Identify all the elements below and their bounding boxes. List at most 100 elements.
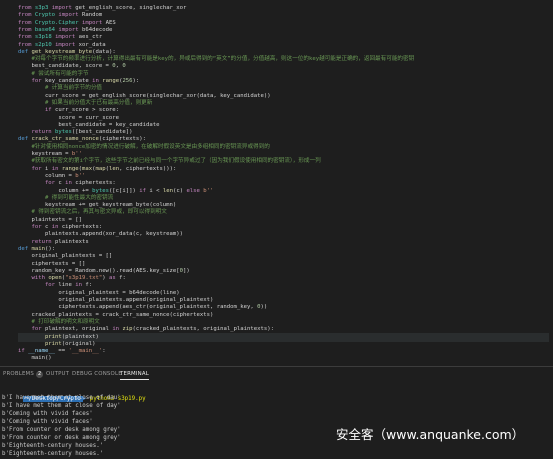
code-token: (ciphertexts):: [98, 136, 146, 143]
code-token: ):: [132, 78, 140, 84]
code-token: from: [18, 19, 35, 26]
code-token: line: [58, 282, 76, 289]
code-token: s3p18: [34, 34, 56, 41]
code-token: :: [102, 348, 106, 355]
code-token: original_plaintexts = []: [18, 253, 113, 260]
code-token: , ciphertexts))):: [119, 165, 177, 172]
code-token: from: [18, 34, 35, 41]
code-token: ==: [58, 348, 69, 355]
tab-problems[interactable]: PROBLEMS 2: [3, 369, 44, 379]
code-token: len: [109, 165, 120, 172]
code-token: get_keystream_byte: [31, 48, 93, 55]
code-token: from: [18, 12, 35, 19]
watermark-text: 安全客（www.anquanke.com）: [336, 427, 525, 442]
code-token: in: [51, 165, 62, 172]
code-token: if: [139, 187, 150, 194]
code-token: b'': [75, 172, 86, 179]
code-token: i <: [149, 187, 163, 194]
code-token: random_key = Random.new().read(AES.key_s…: [18, 267, 180, 274]
code-token: xor_data: [78, 41, 106, 48]
code-token: zip: [122, 326, 133, 333]
code-token: def: [18, 245, 32, 252]
code-token: b'': [71, 151, 82, 157]
code-token: #获取所有密文的第i个字节，这些字节之前已经与同一个字节异或过了（因为我们假设使…: [18, 158, 321, 165]
code-token: original_plaintext = b64decode(line): [18, 289, 180, 296]
code-token: in: [112, 326, 123, 333]
code-token: print: [18, 333, 62, 340]
tab-terminal-label: TERMINAL: [120, 371, 150, 377]
code-token: AES: [105, 19, 116, 26]
code-token: (data):: [92, 48, 116, 55]
code-token: ():: [44, 245, 56, 252]
code-token: curr_score > score:: [55, 107, 120, 114]
code-token: else: [186, 187, 204, 194]
code-token: # 得到密钥流之后，再其与密文异或，即可以得到明文: [18, 209, 167, 216]
code-token: bytes: [92, 187, 109, 194]
code-token: bytes: [55, 129, 72, 136]
code-token: plaintext, original: [44, 326, 113, 333]
code-token: ([c[i]]): [108, 187, 140, 194]
tab-terminal[interactable]: TERMINAL: [120, 369, 150, 380]
code-token: original_plaintexts.append(original_plai…: [18, 297, 214, 303]
code-token: return: [18, 238, 56, 245]
code-token: (plaintext): [61, 333, 99, 340]
code-token: # 打印破解的明文和原明文: [18, 318, 100, 325]
code-token: cracked_plaintexts = crack_ctr_same_nonc…: [18, 311, 214, 318]
code-token: main: [31, 245, 45, 252]
code-token: s2p10: [34, 41, 56, 48]
code-token: best_candidate, score =: [18, 63, 113, 70]
code-token: i: [44, 165, 52, 172]
code-token: main(): [18, 355, 52, 362]
code-token: for: [18, 78, 45, 84]
code-token: plaintexts.append(xor_data(c, keystream)…: [18, 231, 184, 238]
code-editor[interactable]: from s3p3 import get_english_score, sing…: [0, 0, 553, 366]
code-token: Crypto.Cipher: [34, 19, 82, 26]
editor-gutter: [0, 0, 14, 366]
code-token: (original): [61, 340, 96, 347]
code-token: curr_score = get_english_score(singlecha…: [18, 92, 271, 99]
code-token: # 如果当前分值大于已有最高分值，则更新: [18, 99, 153, 106]
tab-output-label: OUTPUT: [46, 371, 70, 377]
code-token: crack_ctr_same_nonce: [31, 136, 99, 143]
code-token: plaintexts = []: [18, 216, 82, 223]
code-token: ]): [183, 267, 190, 274]
code-token: in: [65, 180, 76, 187]
code-token: Random: [82, 12, 103, 19]
code-token: Crypto: [34, 12, 59, 19]
code-token: score = curr_score: [18, 114, 120, 121]
code-token: import: [55, 34, 79, 41]
code-token: import: [51, 5, 76, 11]
code-token: # 尝试所有可能的字节: [18, 70, 89, 77]
code-token: for: [18, 224, 45, 230]
code-token: keystream += get_keystream_byte(column): [18, 202, 177, 209]
code-token: open: [48, 275, 62, 282]
code-token: "s3p19.txt": [65, 275, 103, 282]
code-token: as: [108, 275, 120, 282]
code-token: from: [18, 5, 35, 11]
code-token: key_candidate: [44, 78, 93, 84]
code-token: for: [18, 180, 59, 187]
code-token: len: [162, 187, 173, 194]
code-token: column +=: [18, 187, 93, 194]
code-token: aes_ctr: [78, 34, 103, 41]
tab-debug-console-label: DEBUG CONSOLE: [72, 371, 122, 377]
terminal[interactable]: ~/Desktop/Crypto ▶ python3 s3p19.py b'I h…: [0, 384, 553, 457]
problems-count-badge: 2: [36, 371, 44, 378]
code-token: 0: [122, 63, 126, 70]
code-token: in: [51, 224, 62, 230]
code-token: b'': [203, 187, 214, 194]
code-token: c: [44, 224, 52, 230]
code-token: # 计算当前字节的分值: [18, 85, 103, 92]
code-token: range: [61, 165, 79, 172]
tab-debug-console[interactable]: DEBUG CONSOLE: [72, 369, 122, 379]
code-token: #针对使用相同nonce加密的情况进行破解，在破解时假设英文是由多组相同的密钥流…: [18, 143, 270, 150]
code-token: ciphertexts:: [75, 180, 116, 187]
tab-output[interactable]: OUTPUT: [46, 369, 69, 379]
code-token: (cracked_plaintexts, original_plaintexts…: [132, 326, 274, 333]
code-token: range: [102, 78, 120, 84]
code-token: 256: [122, 78, 133, 84]
code-token: '__main__': [68, 348, 103, 355]
code-token: ([best_candidate]): [71, 129, 133, 136]
code-token: base64: [34, 26, 59, 33]
code-token: in: [92, 78, 103, 84]
